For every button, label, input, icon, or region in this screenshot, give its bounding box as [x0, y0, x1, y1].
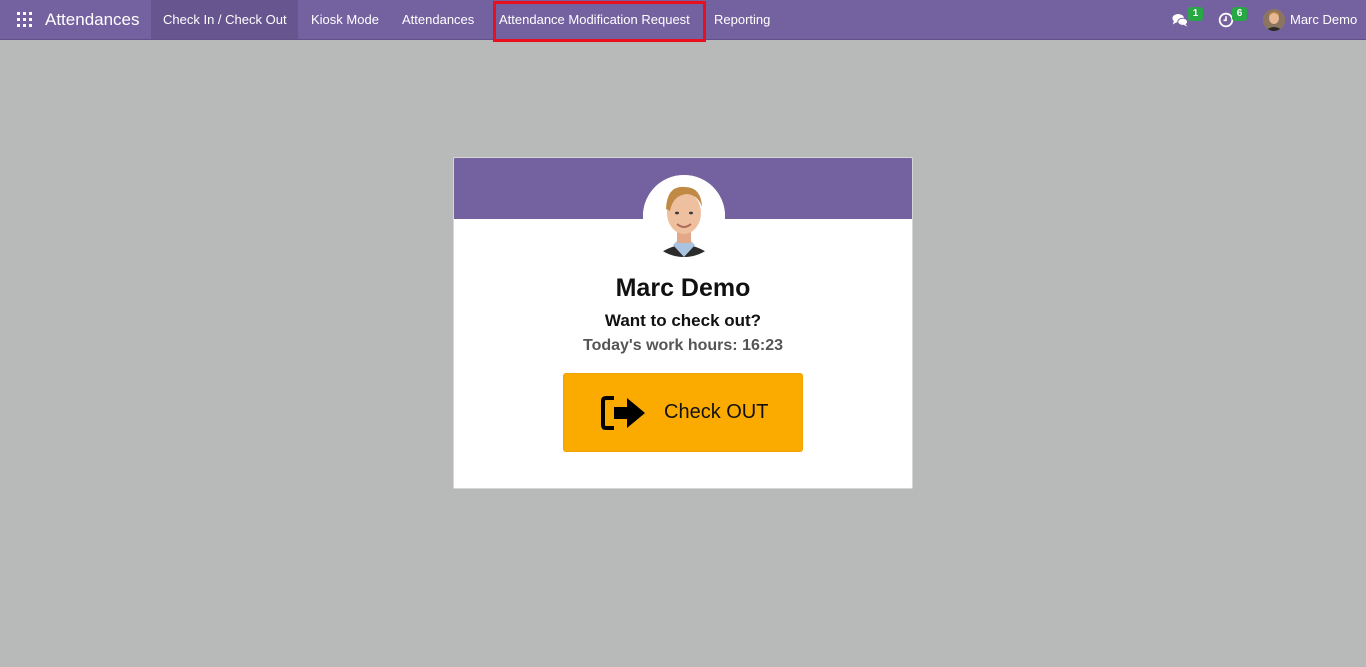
- top-navbar: Attendances Check In / Check Out Kiosk M…: [0, 0, 1366, 42]
- messages-badge: 1: [1188, 7, 1203, 21]
- employee-avatar: [643, 175, 725, 257]
- activities-badge: 6: [1232, 7, 1247, 21]
- check-out-question: Want to check out?: [604, 311, 762, 330]
- employee-name: Marc Demo: [615, 274, 751, 302]
- attendance-card: Marc Demo Want to check out? Today's wor…: [453, 157, 913, 489]
- apps-grid-icon[interactable]: [17, 12, 32, 27]
- menu-attendances[interactable]: Attendances: [390, 0, 486, 39]
- work-hours-text: Today's work hours: 16:23: [582, 337, 783, 354]
- sign-out-icon: [601, 396, 645, 430]
- user-avatar[interactable]: [1263, 9, 1285, 31]
- app-brand[interactable]: Attendances: [45, 10, 140, 30]
- user-menu-name[interactable]: Marc Demo: [1290, 12, 1357, 27]
- check-out-button[interactable]: Check OUT: [563, 373, 803, 452]
- menu-attendance-modification-request[interactable]: Attendance Modification Request: [487, 0, 702, 39]
- chat-bubbles-icon[interactable]: [1172, 12, 1188, 28]
- menu-check-in-check-out[interactable]: Check In / Check Out: [151, 0, 298, 39]
- menu-reporting[interactable]: Reporting: [702, 0, 782, 39]
- menu-kiosk-mode[interactable]: Kiosk Mode: [299, 0, 391, 39]
- check-out-label: Check OUT: [664, 401, 769, 423]
